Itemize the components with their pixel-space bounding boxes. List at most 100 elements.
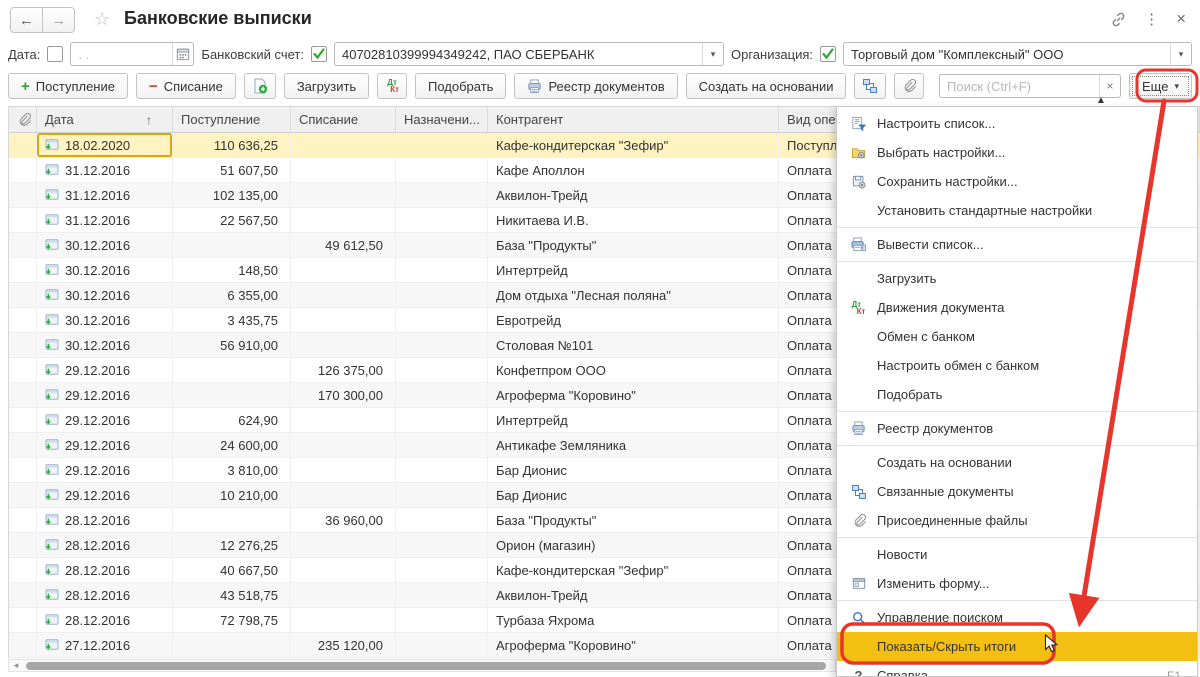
- cell-in[interactable]: 3 810,00: [173, 458, 291, 482]
- cell-out[interactable]: [291, 433, 396, 457]
- cell-purpose[interactable]: [396, 158, 488, 182]
- cell-in[interactable]: 22 567,50: [173, 208, 291, 232]
- cell-date[interactable]: 29.12.2016: [37, 433, 173, 457]
- cell-in[interactable]: 6 355,00: [173, 283, 291, 307]
- cell-out[interactable]: [291, 258, 396, 282]
- cell-attach[interactable]: [9, 583, 37, 607]
- cell-attach[interactable]: [9, 408, 37, 432]
- cell-attach[interactable]: [9, 258, 37, 282]
- cell-attach[interactable]: [9, 333, 37, 357]
- search-input[interactable]: [940, 79, 1099, 94]
- menu-item[interactable]: ?СправкаF1: [837, 661, 1197, 677]
- receipt-button[interactable]: +Поступление: [8, 73, 128, 99]
- linked-docs-button[interactable]: [854, 73, 886, 99]
- cell-in[interactable]: [173, 508, 291, 532]
- cell-date[interactable]: 30.12.2016: [37, 308, 173, 332]
- cell-in[interactable]: 56 910,00: [173, 333, 291, 357]
- cell-out[interactable]: 126 375,00: [291, 358, 396, 382]
- more-button[interactable]: Еще ▾: [1129, 73, 1192, 99]
- cell-date[interactable]: 31.12.2016: [37, 208, 173, 232]
- cell-attach[interactable]: [9, 283, 37, 307]
- cell-attach[interactable]: [9, 508, 37, 532]
- cell-contractor[interactable]: Кафе-кондитерская "Зефир": [488, 558, 779, 582]
- cell-purpose[interactable]: [396, 433, 488, 457]
- cell-date[interactable]: 28.12.2016: [37, 583, 173, 607]
- cell-purpose[interactable]: [396, 333, 488, 357]
- cell-contractor[interactable]: Антикафе Земляника: [488, 433, 779, 457]
- cell-contractor[interactable]: База "Продукты": [488, 233, 779, 257]
- cell-contractor[interactable]: Евротрейд: [488, 308, 779, 332]
- registry-button[interactable]: Реестр документов: [514, 73, 677, 99]
- cell-contractor[interactable]: Никитаева И.В.: [488, 208, 779, 232]
- cell-out[interactable]: [291, 158, 396, 182]
- cell-contractor[interactable]: Конфетпром ООО: [488, 358, 779, 382]
- cell-contractor[interactable]: Дом отдыха "Лесная поляна": [488, 283, 779, 307]
- cell-contractor[interactable]: Бар Дионис: [488, 458, 779, 482]
- cell-contractor[interactable]: Интертрейд: [488, 258, 779, 282]
- menu-item[interactable]: Управление поиском: [837, 603, 1197, 632]
- cell-date[interactable]: 28.12.2016: [37, 608, 173, 632]
- calendar-icon[interactable]: [172, 43, 193, 65]
- menu-item[interactable]: ДтКтДвижения документа: [837, 293, 1197, 322]
- account-dropdown-icon[interactable]: ▾: [702, 43, 723, 65]
- cell-out[interactable]: [291, 283, 396, 307]
- cell-in[interactable]: 72 798,75: [173, 608, 291, 632]
- cell-contractor[interactable]: Орион (магазин): [488, 533, 779, 557]
- column-header-attach[interactable]: [9, 107, 37, 132]
- cell-purpose[interactable]: [396, 558, 488, 582]
- cell-date[interactable]: 27.12.2016: [37, 633, 173, 657]
- cell-attach[interactable]: [9, 533, 37, 557]
- column-header-purpose[interactable]: Назначени...: [396, 107, 488, 132]
- menu-item[interactable]: Выбрать настройки...: [837, 138, 1197, 167]
- menu-item[interactable]: Загрузить: [837, 264, 1197, 293]
- horizontal-scrollbar[interactable]: ◂: [8, 659, 836, 672]
- cell-date[interactable]: 31.12.2016: [37, 183, 173, 207]
- cell-date[interactable]: 31.12.2016: [37, 158, 173, 182]
- cell-attach[interactable]: [9, 208, 37, 232]
- menu-item[interactable]: Настроить обмен с банком: [837, 351, 1197, 380]
- cell-date[interactable]: 28.12.2016: [37, 533, 173, 557]
- cell-in[interactable]: 148,50: [173, 258, 291, 282]
- cell-date[interactable]: 29.12.2016: [37, 458, 173, 482]
- load-button[interactable]: Загрузить: [284, 73, 369, 99]
- cell-out[interactable]: [291, 308, 396, 332]
- cell-in[interactable]: 3 435,75: [173, 308, 291, 332]
- cell-purpose[interactable]: [396, 583, 488, 607]
- cell-purpose[interactable]: [396, 183, 488, 207]
- cell-out[interactable]: 235 120,00: [291, 633, 396, 657]
- cell-purpose[interactable]: [396, 133, 488, 157]
- scrollbar-thumb[interactable]: [26, 662, 826, 670]
- window-menu-icon[interactable]: ⋮: [1144, 10, 1159, 28]
- cell-date[interactable]: 29.12.2016: [37, 408, 173, 432]
- menu-item[interactable]: Подобрать: [837, 380, 1197, 409]
- cell-date[interactable]: 30.12.2016: [37, 233, 173, 257]
- cell-contractor[interactable]: База "Продукты": [488, 508, 779, 532]
- cell-purpose[interactable]: [396, 508, 488, 532]
- cell-in[interactable]: 624,90: [173, 408, 291, 432]
- cell-in[interactable]: [173, 633, 291, 657]
- cell-date[interactable]: 29.12.2016: [37, 358, 173, 382]
- cell-purpose[interactable]: [396, 308, 488, 332]
- menu-item[interactable]: Изменить форму...: [837, 569, 1197, 598]
- cell-in[interactable]: 12 276,25: [173, 533, 291, 557]
- account-filter-checkbox[interactable]: [311, 46, 327, 62]
- menu-item[interactable]: Реестр документов: [837, 414, 1197, 443]
- cell-purpose[interactable]: [396, 383, 488, 407]
- menu-item[interactable]: Обмен с банком: [837, 322, 1197, 351]
- menu-item[interactable]: Сохранить настройки...: [837, 167, 1197, 196]
- cell-attach[interactable]: [9, 233, 37, 257]
- link-icon[interactable]: [1110, 11, 1127, 28]
- cell-purpose[interactable]: [396, 458, 488, 482]
- cell-out[interactable]: [291, 133, 396, 157]
- cell-purpose[interactable]: [396, 258, 488, 282]
- date-input[interactable]: [71, 47, 172, 62]
- column-header-in[interactable]: Поступление: [173, 107, 291, 132]
- cell-out[interactable]: [291, 558, 396, 582]
- menu-item[interactable]: Вывести список...: [837, 230, 1197, 259]
- cell-out[interactable]: [291, 458, 396, 482]
- cell-in[interactable]: [173, 233, 291, 257]
- cell-out[interactable]: 170 300,00: [291, 383, 396, 407]
- cell-purpose[interactable]: [396, 408, 488, 432]
- menu-item[interactable]: Присоединенные файлы: [837, 506, 1197, 535]
- cell-purpose[interactable]: [396, 283, 488, 307]
